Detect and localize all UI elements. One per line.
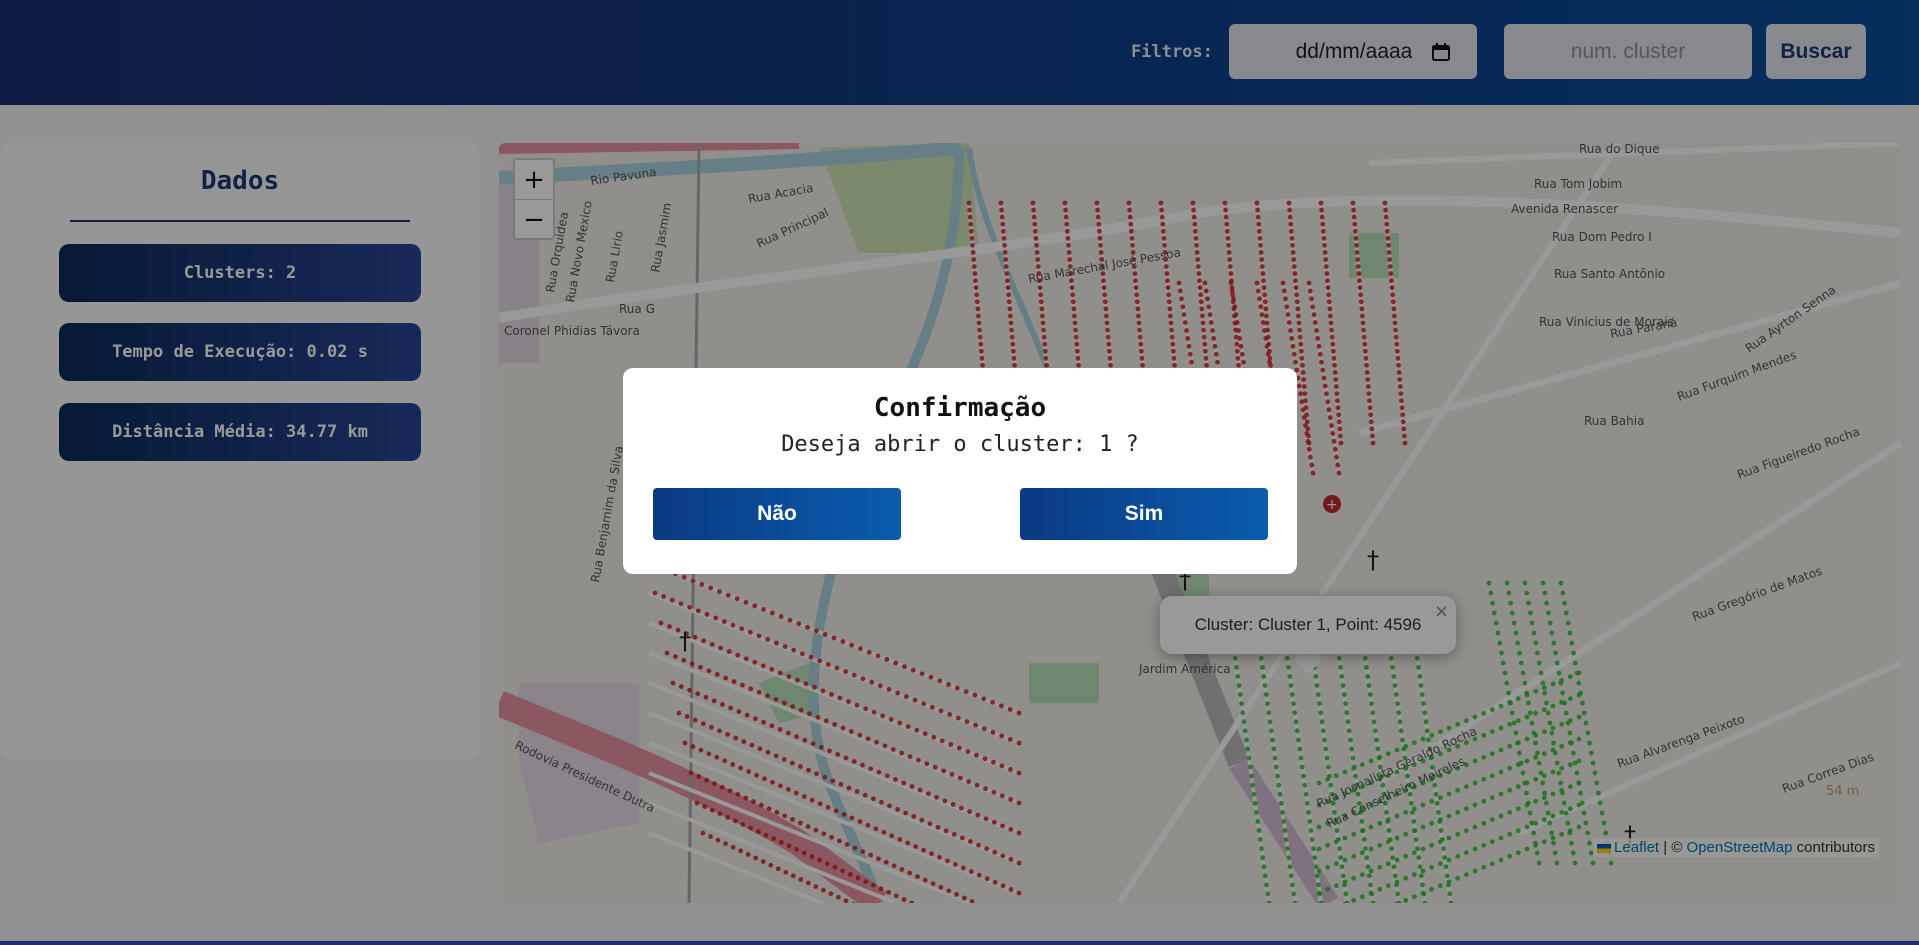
- confirm-dialog: Confirmação Deseja abrir o cluster: 1 ? …: [623, 368, 1297, 574]
- bottom-bar: [0, 941, 1919, 945]
- yes-button[interactable]: Sim: [1020, 488, 1268, 540]
- dialog-message: Deseja abrir o cluster: 1 ?: [781, 432, 1139, 457]
- no-button[interactable]: Não: [653, 488, 901, 540]
- dialog-title: Confirmação: [873, 393, 1047, 423]
